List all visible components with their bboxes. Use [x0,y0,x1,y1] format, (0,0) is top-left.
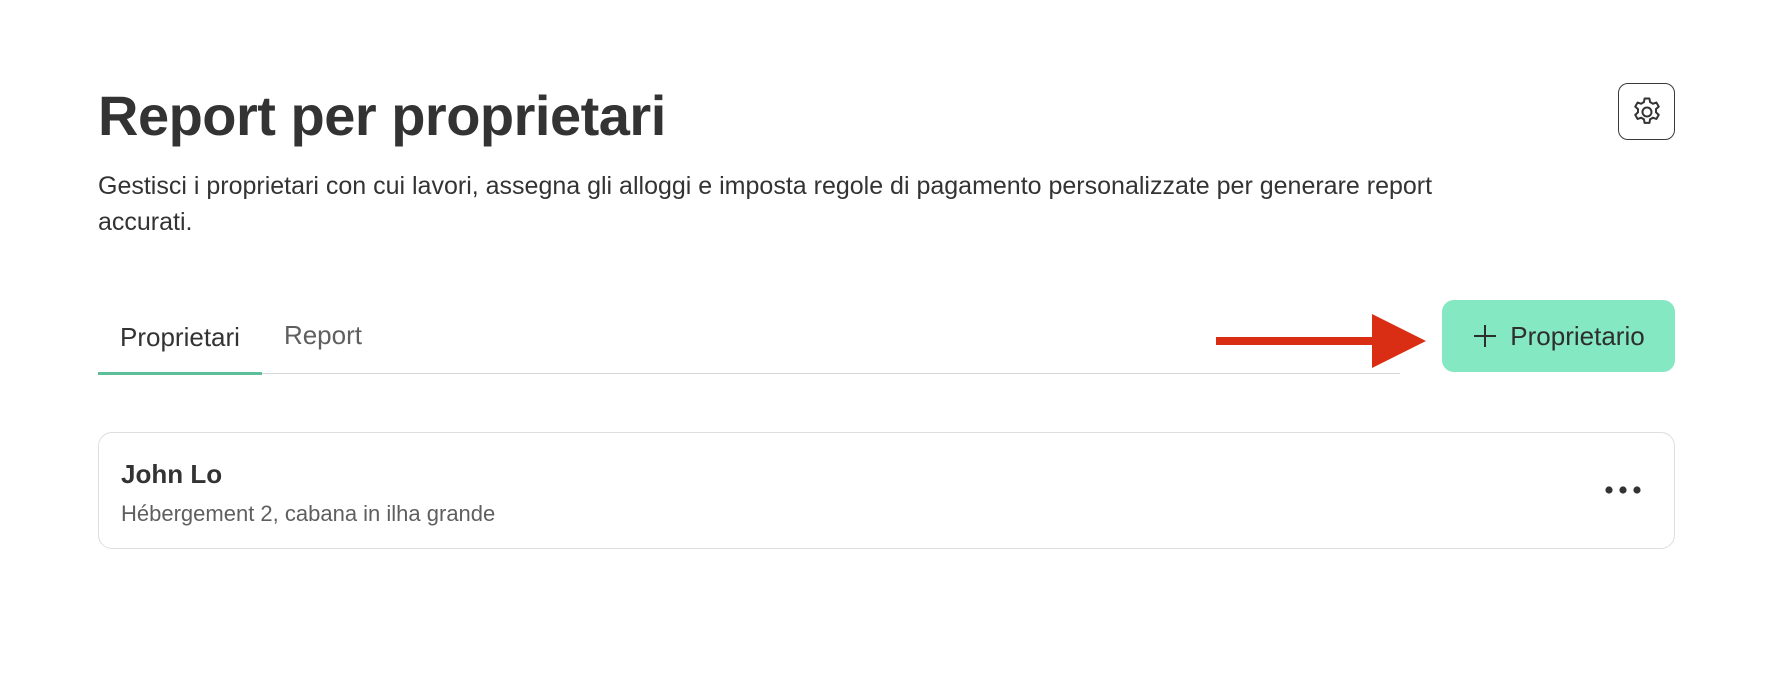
more-horizontal-icon [1605,486,1641,494]
page-title: Report per proprietari [98,84,666,147]
owner-properties: Hébergement 2, cabana in ilha grande [121,501,496,526]
add-owner-button[interactable]: Proprietario [1442,300,1675,372]
add-owner-label: Proprietario [1510,321,1645,351]
settings-button[interactable] [1618,83,1675,140]
owner-reports-page: Report per proprietari Gestisci i propri… [98,0,1675,682]
plus-icon [1474,325,1497,347]
arrow-right-icon [1216,314,1426,368]
owner-list-item[interactable]: John Lo Hébergement 2, cabana in ilha gr… [98,432,1675,549]
tab-proprietari[interactable]: Proprietari [98,302,262,375]
tab-report[interactable]: Report [262,300,384,373]
page-description: Gestisci i proprietari con cui lavori, a… [98,172,1433,236]
owner-name: John Lo [121,459,223,489]
tab-bar: Proprietari Report [98,300,1400,375]
more-options-button[interactable] [1599,471,1647,509]
gear-icon [1633,97,1660,124]
